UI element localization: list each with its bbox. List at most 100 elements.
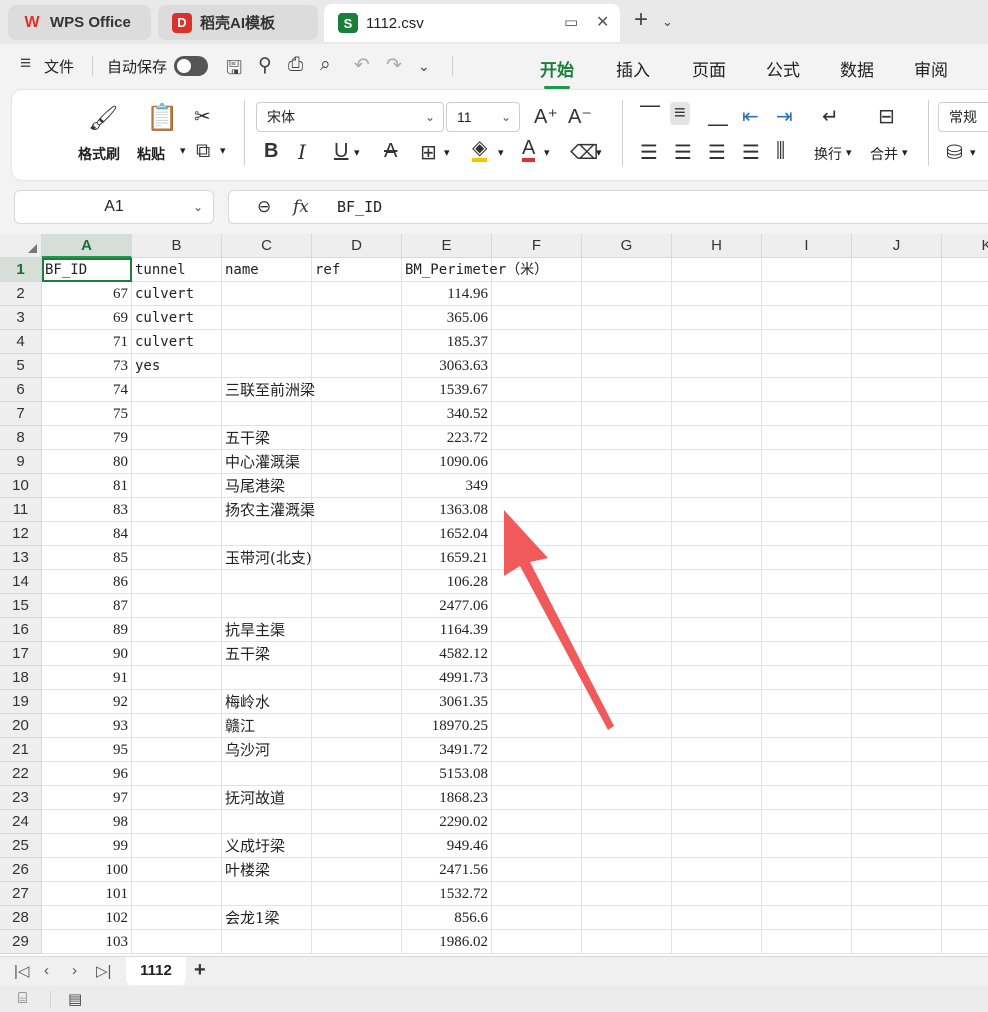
cell-k25[interactable]: [942, 834, 988, 858]
cell-h29[interactable]: [672, 930, 762, 954]
cell-c17[interactable]: 五干梁: [222, 642, 312, 666]
cell-f24[interactable]: [492, 810, 582, 834]
cell-f9[interactable]: [492, 450, 582, 474]
cell-e11[interactable]: 1363.08: [402, 498, 492, 522]
cell-c13[interactable]: 玉带河(北支): [222, 546, 312, 570]
cell-k15[interactable]: [942, 594, 988, 618]
row-header[interactable]: 12: [0, 522, 42, 546]
cell-b11[interactable]: [132, 498, 222, 522]
cell-j23[interactable]: [852, 786, 942, 810]
cell-e19[interactable]: 3061.35: [402, 690, 492, 714]
cell-a8[interactable]: 79: [42, 426, 132, 450]
cell-k26[interactable]: [942, 858, 988, 882]
cell-i8[interactable]: [762, 426, 852, 450]
cell-e21[interactable]: 3491.72: [402, 738, 492, 762]
cell-h12[interactable]: [672, 522, 762, 546]
cell-g21[interactable]: [582, 738, 672, 762]
cell-k12[interactable]: [942, 522, 988, 546]
cell-a12[interactable]: 84: [42, 522, 132, 546]
cell-c28[interactable]: 会龙1梁: [222, 906, 312, 930]
cell-b4[interactable]: culvert: [132, 330, 222, 354]
cell-g10[interactable]: [582, 474, 672, 498]
cut-icon[interactable]: ✂: [194, 104, 211, 129]
cell-e1[interactable]: BM_Perimeter（米）: [402, 258, 548, 282]
macro-icon[interactable]: ⌸: [18, 990, 27, 1007]
cell-g6[interactable]: [582, 378, 672, 402]
cell-a19[interactable]: 92: [42, 690, 132, 714]
cell-j29[interactable]: [852, 930, 942, 954]
cell-e18[interactable]: 4991.73: [402, 666, 492, 690]
row-header[interactable]: 29: [0, 930, 42, 954]
increase-font-icon[interactable]: A⁺: [534, 104, 558, 129]
first-sheet-icon[interactable]: |◁: [14, 962, 29, 980]
cell-i13[interactable]: [762, 546, 852, 570]
cell-j15[interactable]: [852, 594, 942, 618]
cell-g29[interactable]: [582, 930, 672, 954]
cell-f28[interactable]: [492, 906, 582, 930]
cell-k5[interactable]: [942, 354, 988, 378]
column-header-e[interactable]: E: [402, 234, 492, 258]
cell-h4[interactable]: [672, 330, 762, 354]
name-box[interactable]: A1 ⌄: [14, 190, 214, 224]
new-tab-icon[interactable]: +: [634, 6, 648, 34]
column-header-a[interactable]: A: [42, 234, 132, 258]
align-top-icon[interactable]: ⎺: [640, 104, 660, 127]
cell-d4[interactable]: [312, 330, 402, 354]
cell-i2[interactable]: [762, 282, 852, 306]
cell-i21[interactable]: [762, 738, 852, 762]
cell-e6[interactable]: 1539.67: [402, 378, 492, 402]
cell-i27[interactable]: [762, 882, 852, 906]
cell-i5[interactable]: [762, 354, 852, 378]
font-color-icon[interactable]: A: [522, 138, 536, 162]
cell-c23[interactable]: 抚河故道: [222, 786, 312, 810]
cell-f21[interactable]: [492, 738, 582, 762]
redo-icon[interactable]: ↷: [386, 54, 402, 77]
cell-j24[interactable]: [852, 810, 942, 834]
cell-c26[interactable]: 叶楼梁: [222, 858, 312, 882]
row-header[interactable]: 21: [0, 738, 42, 762]
cell-e10[interactable]: 349: [402, 474, 492, 498]
justify-icon[interactable]: ☰: [742, 140, 760, 165]
cell-g23[interactable]: [582, 786, 672, 810]
cell-c6[interactable]: 三联至前洲梁: [222, 378, 315, 402]
cell-e24[interactable]: 2290.02: [402, 810, 492, 834]
cell-a10[interactable]: 81: [42, 474, 132, 498]
cell-j7[interactable]: [852, 402, 942, 426]
print-icon[interactable]: ⎙: [288, 54, 303, 76]
cell-j16[interactable]: [852, 618, 942, 642]
cell-e12[interactable]: 1652.04: [402, 522, 492, 546]
cell-c18[interactable]: [222, 666, 312, 690]
function-icon[interactable]: fx: [293, 197, 309, 217]
cell-i20[interactable]: [762, 714, 852, 738]
cell-k14[interactable]: [942, 570, 988, 594]
row-header[interactable]: 11: [0, 498, 42, 522]
decrease-font-icon[interactable]: A⁻: [568, 104, 592, 129]
cell-h26[interactable]: [672, 858, 762, 882]
cell-g1[interactable]: [582, 258, 672, 282]
cell-g7[interactable]: [582, 402, 672, 426]
cell-i10[interactable]: [762, 474, 852, 498]
cell-i29[interactable]: [762, 930, 852, 954]
row-header[interactable]: 4: [0, 330, 42, 354]
cell-j19[interactable]: [852, 690, 942, 714]
row-header[interactable]: 22: [0, 762, 42, 786]
cell-c10[interactable]: 马尾港梁: [222, 474, 312, 498]
cell-j10[interactable]: [852, 474, 942, 498]
cell-b3[interactable]: culvert: [132, 306, 222, 330]
column-header-b[interactable]: B: [132, 234, 222, 258]
autosave-toggle[interactable]: [174, 56, 208, 76]
underline-icon[interactable]: U: [334, 140, 348, 163]
cell-h24[interactable]: [672, 810, 762, 834]
cell-a24[interactable]: 98: [42, 810, 132, 834]
chevron-down-icon[interactable]: ▾: [902, 146, 908, 159]
cell-e2[interactable]: 114.96: [402, 282, 492, 306]
cell-a2[interactable]: 67: [42, 282, 132, 306]
cell-h23[interactable]: [672, 786, 762, 810]
cell-k4[interactable]: [942, 330, 988, 354]
cell-d8[interactable]: [312, 426, 402, 450]
cell-i23[interactable]: [762, 786, 852, 810]
row-header[interactable]: 8: [0, 426, 42, 450]
chevron-down-icon[interactable]: ▾: [354, 146, 360, 159]
cell-b6[interactable]: [132, 378, 222, 402]
cell-d10[interactable]: [312, 474, 402, 498]
